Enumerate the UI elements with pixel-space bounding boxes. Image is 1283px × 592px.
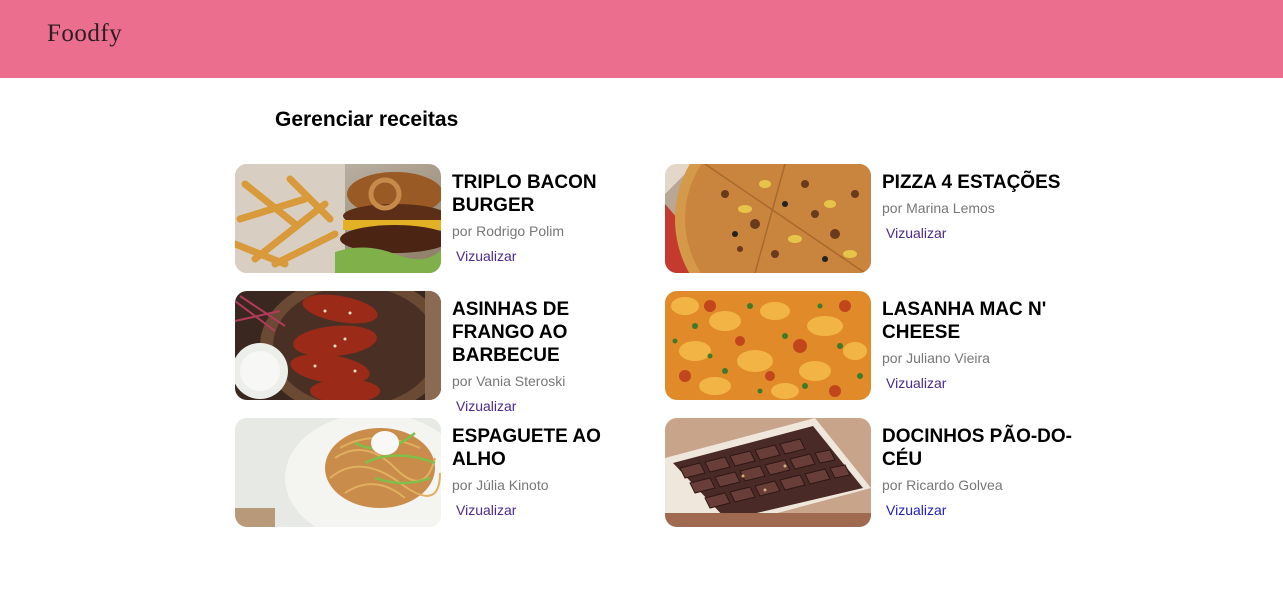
recipe-title: ESPAGUETE AO ALHO <box>452 426 601 470</box>
recipe-title: ASINHAS DE FRANGO AO BARBECUE <box>452 299 570 366</box>
recipe-title: TRIPLO BACON BURGER <box>452 172 597 216</box>
pizza-photo <box>665 164 871 273</box>
recipe-image-chicken-wings[interactable] <box>235 291 441 400</box>
recipe-author: por Marina Lemos <box>882 200 995 216</box>
recipe-author: por Ricardo Golvea <box>882 477 1003 493</box>
page-title: Gerenciar receitas <box>275 108 459 131</box>
view-recipe-link[interactable]: Vizualizar <box>886 375 946 392</box>
bbq-chicken-wings-photo <box>235 291 441 400</box>
recipe-card[interactable]: TRIPLO BACON BURGER por Rodrigo Polim Vi… <box>235 164 655 274</box>
recipe-author: por Juliano Vieira <box>882 350 990 366</box>
recipe-author: por Rodrigo Polim <box>452 223 565 239</box>
recipe-author: por Vania Steroski <box>452 373 566 389</box>
mac-and-cheese-lasagna-photo <box>665 291 871 400</box>
view-recipe-link[interactable]: Vizualizar <box>886 225 946 242</box>
view-recipe-link[interactable]: Vizualizar <box>456 502 516 519</box>
recipe-image-pizza[interactable] <box>665 164 871 273</box>
view-recipe-link[interactable]: Vizualizar <box>886 502 946 519</box>
recipe-image-spaghetti[interactable] <box>235 418 441 527</box>
recipe-card[interactable]: PIZZA 4 ESTAÇÕES por Marina Lemos Vizual… <box>665 164 1085 274</box>
view-recipe-link[interactable]: Vizualizar <box>456 248 516 265</box>
recipe-card[interactable]: ASINHAS DE FRANGO AO BARBECUE por Vania … <box>235 291 655 414</box>
recipe-card[interactable]: LASANHA MAC N' CHEESE por Juliano Vieira… <box>665 291 1085 401</box>
chocolate-box-photo <box>665 418 871 527</box>
recipe-card[interactable]: DOCINHOS PÃO-DO-CÉU por Ricardo Golvea V… <box>665 418 1085 528</box>
foodfy-logo[interactable]: Foodfy <box>47 20 122 48</box>
recipe-author: por Júlia Kinoto <box>452 477 549 493</box>
view-recipe-link[interactable]: Vizualizar <box>456 398 516 415</box>
recipe-image-burger[interactable] <box>235 164 441 273</box>
burger-and-fries-photo <box>235 164 441 273</box>
recipe-title: LASANHA MAC N' CHEESE <box>882 299 1047 343</box>
recipe-card[interactable]: ESPAGUETE AO ALHO por Júlia Kinoto Vizua… <box>235 418 655 528</box>
recipe-image-lasagna[interactable] <box>665 291 871 400</box>
recipe-title: PIZZA 4 ESTAÇÕES <box>882 172 1061 193</box>
recipe-image-chocolates[interactable] <box>665 418 871 527</box>
garlic-spaghetti-photo <box>235 418 441 527</box>
recipe-title: DOCINHOS PÃO-DO-CÉU <box>882 426 1072 470</box>
top-header: Foodfy <box>0 0 1283 78</box>
